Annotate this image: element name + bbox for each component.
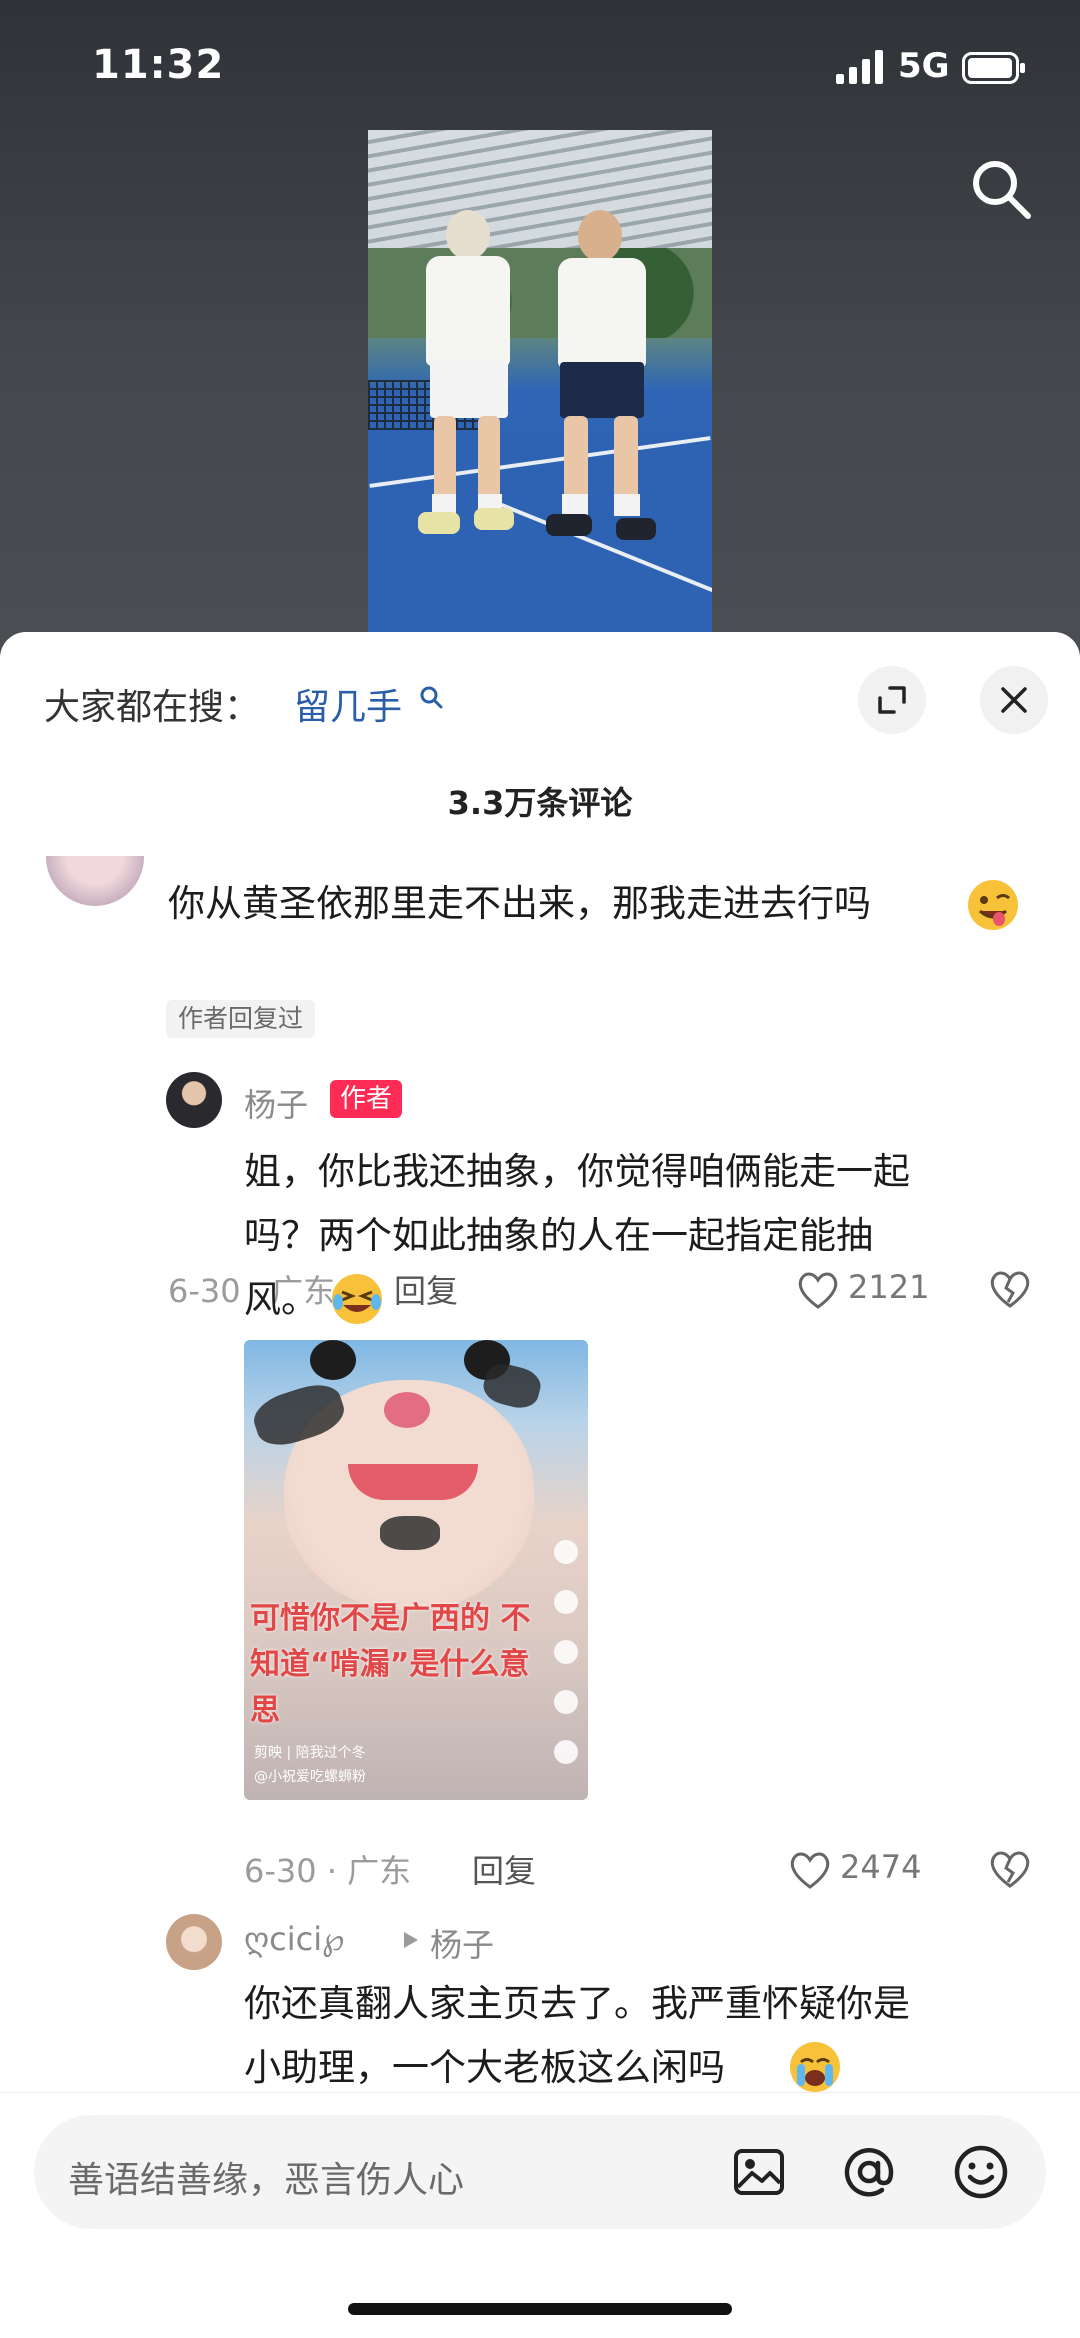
person-left-leg <box>434 416 456 502</box>
hot-search-label: 大家都在搜： <box>44 687 261 728</box>
search-icon[interactable] <box>418 684 444 710</box>
avatar[interactable] <box>46 856 144 906</box>
network-type: 5G <box>898 46 950 86</box>
reply-arrow-icon <box>404 1932 418 1948</box>
video-frame[interactable] <box>368 130 712 632</box>
reply-text-line: 你还真翻人家主页去了。我严重怀疑你是 <box>244 1982 910 2025</box>
hot-search-term[interactable]: 留几手 <box>294 678 402 730</box>
search-icon[interactable] <box>968 156 1034 222</box>
image-caption: 可惜你不是广西的 不知道“啃漏”是什么意思 <box>250 1601 531 1728</box>
person-right-sock <box>614 494 640 516</box>
image-icon[interactable] <box>730 2143 788 2201</box>
broken-heart-icon[interactable] <box>988 1848 1032 1890</box>
person-left-head <box>446 210 490 260</box>
person-right-shirt <box>558 258 646 368</box>
image-smudge <box>380 1516 440 1550</box>
image-side-like <box>554 1590 578 1614</box>
image-mouth <box>348 1464 478 1500</box>
wink-tongue-emoji-icon <box>968 880 1018 930</box>
person-left-sock <box>432 494 456 514</box>
person-left-leg <box>478 416 500 502</box>
status-time: 11:32 <box>92 42 225 88</box>
battery-icon <box>962 52 1025 84</box>
image-side-comment <box>554 1640 578 1664</box>
signal-icon <box>836 50 883 84</box>
person-right-leg <box>564 416 588 502</box>
comment-text: 你从黄圣依那里走不出来，那我走进去行吗 <box>168 872 1048 936</box>
image-nose <box>384 1392 430 1428</box>
close-icon <box>1001 687 1027 713</box>
like-count: 2474 <box>840 1848 922 1886</box>
reply-image[interactable]: 可惜你不是广西的 不知道“啃漏”是什么意思 剪映 | 陪我过个冬 @小祝爱吃螺蛳… <box>244 1340 588 1800</box>
close-button[interactable] <box>980 666 1048 734</box>
person-right-shoe <box>546 514 592 536</box>
reply-text-line: 吗？两个如此抽象的人在一起指定能抽 <box>244 1214 873 1257</box>
person-left-shoe <box>418 512 460 534</box>
image-side-star <box>554 1690 578 1714</box>
comment-input-bar: 善语结善缘，恶言伤人心 <box>0 2092 1080 2338</box>
person-left-shorts <box>430 360 508 418</box>
person-right <box>528 210 668 630</box>
crying-emoji-icon <box>790 2042 840 2092</box>
person-right-shoe <box>616 518 656 540</box>
reply-text-line: 小助理，一个大老板这么闲吗 <box>244 2046 725 2089</box>
image-footer-user: @小祝爱吃螺蛳粉 <box>254 1769 366 1785</box>
expand-icon <box>878 686 906 714</box>
heart-icon[interactable] <box>788 1850 832 1890</box>
expand-button[interactable] <box>858 666 926 734</box>
comment-sheet: 大家都在搜： 留几手 3.3万条评论 你从黄圣依那里走不出来，那我走进去行吗 6… <box>0 632 1080 2338</box>
author-badge: 作者 <box>330 1080 403 1118</box>
reply-text: 你还真翻人家主页去了。我严重怀疑你是 小助理，一个大老板这么闲吗 <box>244 1972 1064 2100</box>
image-footer-tag: 剪映 | 陪我过个冬 <box>254 1745 366 1761</box>
image-eye <box>310 1340 356 1380</box>
person-left <box>408 210 528 630</box>
avatar[interactable] <box>166 1072 222 1128</box>
person-left-shirt <box>426 256 510 366</box>
reply-username[interactable]: 杨子 <box>244 1080 308 1126</box>
person-right-leg <box>614 416 638 502</box>
status-bar: 11:32 5G <box>0 0 1080 140</box>
reply-to-username[interactable]: 杨子 <box>430 1920 494 1966</box>
person-right-sock <box>562 494 588 516</box>
person-right-head <box>578 210 622 262</box>
image-side-share <box>554 1740 578 1764</box>
laughing-crying-emoji-icon <box>332 1274 382 1324</box>
comment-sheet-header: 大家都在搜： 留几手 3.3万条评论 <box>0 632 1080 832</box>
home-indicator[interactable] <box>348 2303 732 2315</box>
reply-text-line: 姐，你比我还抽象，你觉得咱俩能走一起 <box>244 1150 910 1193</box>
smiley-icon[interactable] <box>952 2143 1010 2201</box>
avatar[interactable] <box>166 1914 222 1970</box>
comment-count: 3.3万条评论 <box>447 784 633 822</box>
reply-username[interactable]: ღcici℘ <box>244 1920 344 1958</box>
author-replied-tag: 作者回复过 <box>166 1000 316 1038</box>
reply-button[interactable]: 回复 <box>472 1846 536 1892</box>
person-left-shoe <box>474 508 514 530</box>
image-side-avatar <box>554 1540 578 1564</box>
reply-meta: 6-30 · 广东 <box>244 1852 412 1890</box>
comment-text-line: 你从黄圣依那里走不出来，那我走进去行吗 <box>168 882 871 925</box>
person-right-shorts <box>560 362 644 418</box>
at-icon[interactable] <box>840 2143 898 2201</box>
comment-input-placeholder[interactable]: 善语结善缘，恶言伤人心 <box>68 2151 464 2203</box>
